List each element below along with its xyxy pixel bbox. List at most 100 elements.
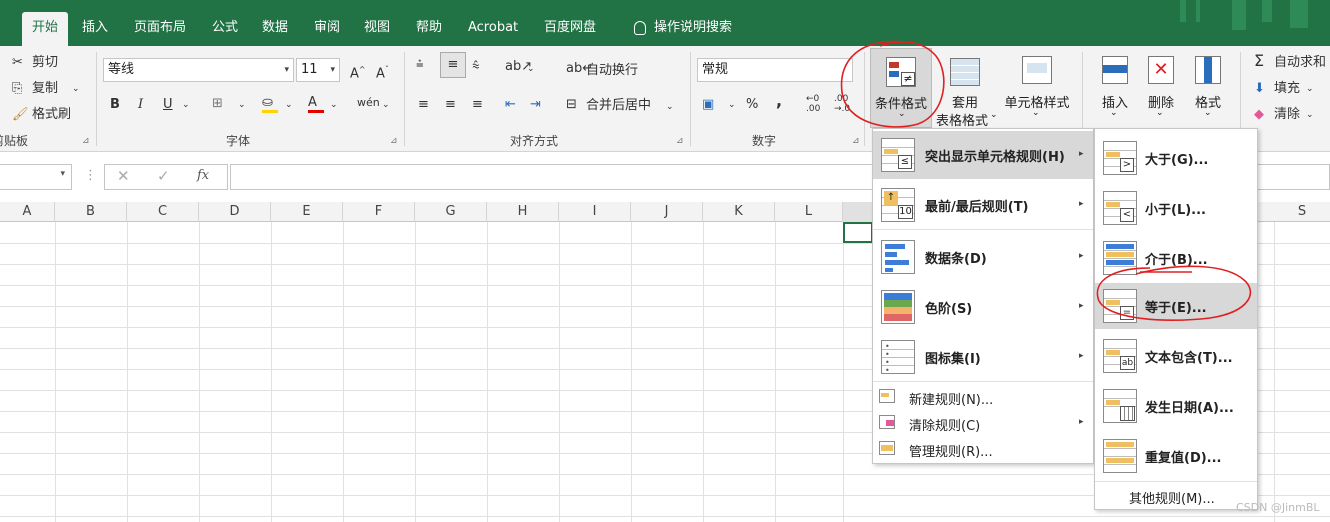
chevron-down-icon[interactable]: ⌄ [527, 60, 535, 78]
decrease-decimal-icon[interactable]: .00 →.0 [834, 94, 850, 114]
chevron-down-icon[interactable]: ⌄ [666, 98, 674, 116]
fill-button[interactable]: 填充 [1274, 80, 1300, 98]
percent-icon[interactable]: % [746, 96, 758, 114]
column-header[interactable]: B [55, 202, 127, 222]
font-size-select[interactable]: 11 ▾ [296, 58, 340, 82]
font-name-select[interactable]: 等线 ▾ [103, 58, 294, 82]
tab-page-layout[interactable]: 页面布局 [124, 14, 196, 42]
tab-insert[interactable]: 插入 [72, 14, 118, 42]
increase-indent-icon[interactable]: ⇥ [530, 96, 541, 114]
submenu-item-between[interactable]: 介于(B)... [1095, 233, 1257, 283]
column-header[interactable]: I [559, 202, 631, 222]
column-header[interactable]: E [271, 202, 343, 222]
format-painter-button[interactable]: 格式刷 [32, 106, 71, 124]
increase-decimal-icon[interactable]: ←0.00 [806, 94, 820, 114]
column-header[interactable]: D [199, 202, 271, 222]
clear-button[interactable]: 清除 [1274, 106, 1300, 124]
insert-cells-button[interactable]: 插入 ⌄ [1094, 48, 1136, 128]
column-header[interactable]: S [1274, 202, 1330, 222]
column-header[interactable]: G [415, 202, 487, 222]
phonetic-icon[interactable]: wén [357, 94, 380, 112]
submenu-item-equal-to[interactable]: = 等于(E)... [1095, 283, 1257, 329]
menu-item-manage-rules[interactable]: 管理规则(R)... [873, 437, 1093, 463]
wrap-text-button[interactable]: 自动换行 [586, 62, 638, 80]
chevron-down-icon[interactable]: ⌄ [330, 96, 338, 114]
tab-baidu-netdisk[interactable]: 百度网盘 [534, 14, 606, 42]
submenu-item-text-contains[interactable]: ab 文本包含(T)... [1095, 331, 1257, 381]
cell-styles-button[interactable]: 单元格样式 ⌄ [1000, 48, 1074, 128]
menu-item-top-bottom-rules[interactable]: ↑ 10 最前/最后规则(T) ▸ [873, 181, 1093, 229]
align-center-icon[interactable]: ≡ [445, 96, 456, 114]
menu-item-color-scales[interactable]: 色阶(S) ▸ [873, 283, 1093, 331]
tab-view[interactable]: 视图 [354, 14, 400, 42]
number-format-select[interactable]: 常规 [697, 58, 853, 82]
dialog-launcher-icon[interactable]: ⊿ [852, 136, 860, 146]
menu-item-data-bars[interactable]: 数据条(D) ▸ [873, 233, 1093, 281]
column-header[interactable]: K [703, 202, 775, 222]
tell-me-search[interactable]: 操作说明搜索 [624, 14, 742, 42]
tab-review[interactable]: 审阅 [304, 14, 350, 42]
chevron-down-icon[interactable]: ⌄ [285, 96, 293, 114]
cancel-icon[interactable]: ✕ [117, 167, 130, 185]
accounting-icon[interactable]: ▣ [702, 96, 714, 114]
dialog-launcher-icon[interactable]: ⊿ [676, 136, 684, 146]
column-header[interactable]: C [127, 202, 199, 222]
submenu-item-greater-than[interactable]: > 大于(G)... [1095, 133, 1257, 183]
tab-acrobat[interactable]: Acrobat [458, 14, 528, 42]
column-header[interactable]: J [631, 202, 703, 222]
align-right-icon[interactable]: ≡ [472, 96, 483, 114]
tab-formulas[interactable]: 公式 [202, 14, 248, 42]
autosum-button[interactable]: 自动求和 [1274, 54, 1326, 72]
border-icon[interactable]: ⊞ [212, 95, 223, 113]
copy-button[interactable]: 复制 [32, 80, 58, 98]
column-header[interactable]: F [343, 202, 415, 222]
fill-color-icon[interactable]: ⛀ [262, 94, 278, 113]
align-middle-icon[interactable]: ≡ [440, 52, 466, 78]
chevron-down-icon[interactable]: ⌄ [72, 80, 80, 98]
format-as-table-button[interactable]: 套用 表格格式 ⌄ [934, 48, 998, 129]
format-cells-button[interactable]: 格式 ⌄ [1186, 48, 1230, 128]
align-left-icon[interactable]: ≡ [418, 96, 429, 114]
menu-item-highlight-rules[interactable]: ≤ 突出显示单元格规则(H) ▸ [873, 131, 1093, 179]
chevron-down-icon[interactable]: ⌄ [382, 96, 390, 114]
underline-icon[interactable]: U [163, 96, 173, 114]
submenu-item-less-than[interactable]: < 小于(L)... [1095, 183, 1257, 233]
selected-cell[interactable] [843, 222, 873, 243]
font-color-icon[interactable]: A [308, 94, 324, 113]
merge-center-button[interactable]: 合并后居中 [586, 97, 651, 115]
column-header[interactable]: H [487, 202, 559, 222]
delete-cells-button[interactable]: ✕ 删除 ⌄ [1140, 48, 1182, 128]
chevron-down-icon[interactable]: ⌄ [1306, 80, 1314, 98]
align-top-icon[interactable]: ⩮ [416, 56, 424, 74]
menu-item-icon-sets[interactable]: • • • • 图标集(I) ▸ [873, 333, 1093, 381]
column-header[interactable]: A [0, 202, 55, 222]
enter-icon[interactable]: ✓ [157, 167, 170, 185]
dialog-launcher-icon[interactable]: ⊿ [390, 136, 398, 146]
chevron-down-icon[interactable]: ⌄ [1306, 106, 1314, 124]
align-bottom-icon[interactable]: ⩯ [472, 58, 480, 76]
submenu-item-more-rules[interactable]: 其他规则(M)... [1095, 483, 1257, 509]
bold-icon[interactable]: B [110, 96, 120, 114]
menu-item-new-rule[interactable]: 新建规则(N)... [873, 385, 1093, 411]
submenu-item-date-occurring[interactable]: 发生日期(A)... [1095, 381, 1257, 431]
tab-home[interactable]: 开始 [22, 12, 69, 46]
chevron-down-icon[interactable]: ⌄ [728, 96, 736, 114]
chevron-down-icon[interactable]: ⌄ [238, 96, 246, 114]
decrease-font-icon[interactable]: Aˇ [376, 61, 389, 83]
cut-button[interactable]: 剪切 [32, 54, 58, 72]
comma-icon[interactable]: , [776, 92, 782, 110]
increase-font-icon[interactable]: A^ [350, 61, 366, 83]
tab-data[interactable]: 数据 [252, 14, 298, 42]
decrease-indent-icon[interactable]: ⇤ [505, 96, 516, 114]
submenu-item-duplicate-values[interactable]: 重复值(D)... [1095, 431, 1257, 481]
conditional-formatting-button[interactable]: ≠ 条件格式 ⌄ [870, 48, 932, 128]
insert-function-icon[interactable]: fx [197, 168, 209, 183]
column-header[interactable]: L [775, 202, 843, 222]
italic-icon[interactable]: I [138, 96, 143, 114]
tab-help[interactable]: 帮助 [406, 14, 452, 42]
chevron-down-icon[interactable]: ⌄ [182, 96, 190, 114]
name-box[interactable]: ▾ [0, 164, 72, 190]
dialog-launcher-icon[interactable]: ⊿ [82, 136, 90, 146]
menu-item-clear-rules[interactable]: 清除规则(C) ▸ [873, 411, 1093, 437]
column-header-selected[interactable] [843, 202, 873, 222]
